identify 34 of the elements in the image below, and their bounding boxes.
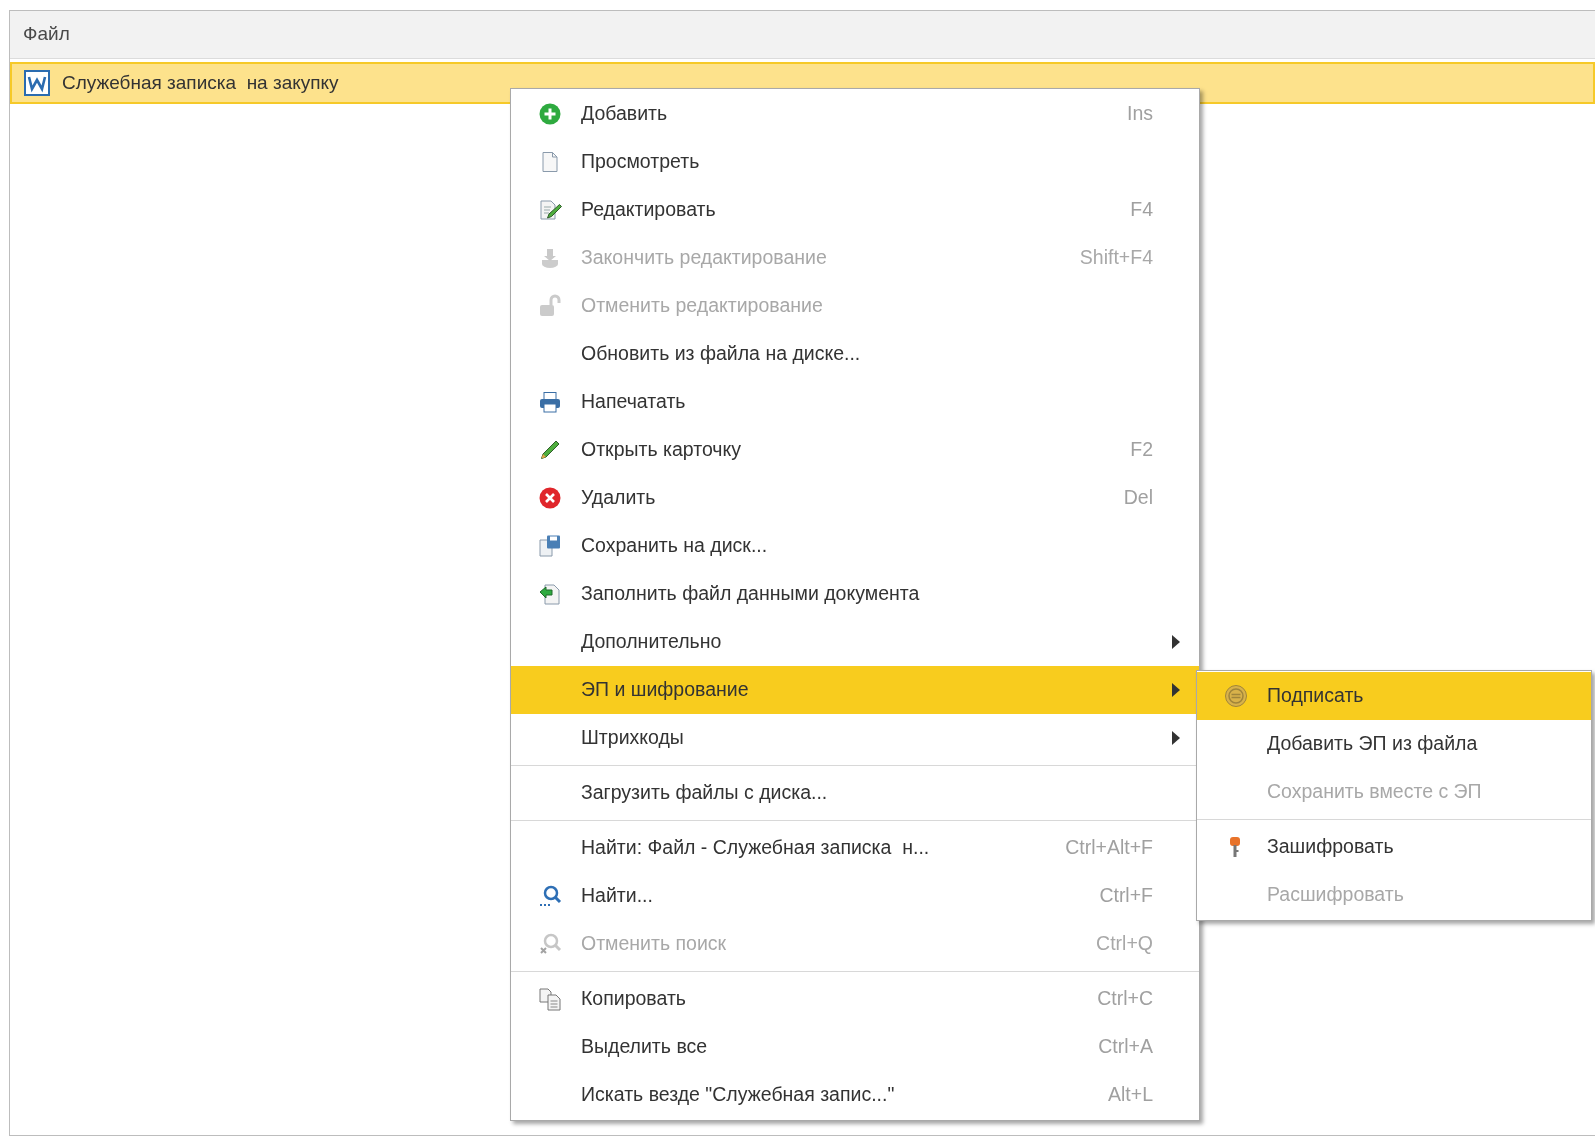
padlock-icon: [538, 294, 562, 318]
menu-item[interactable]: Подписать: [1197, 672, 1591, 720]
document-pencil-icon: [538, 198, 562, 222]
menu-item[interactable]: Зашифровать: [1197, 823, 1591, 871]
word-document-icon: [24, 70, 50, 96]
menu-item[interactable]: Дополнительно: [511, 618, 1199, 666]
menu-item[interactable]: Искать везде "Служебная запис..." Alt+L: [511, 1071, 1199, 1119]
delete-icon: [538, 486, 562, 510]
menu-item[interactable]: Просмотреть: [511, 138, 1199, 186]
copy-icon: [538, 987, 562, 1011]
seal-icon: [1224, 684, 1248, 708]
pencil-icon: [538, 438, 562, 462]
menu-item[interactable]: Копировать Ctrl+C: [511, 975, 1199, 1023]
search-cross-icon: [538, 932, 562, 956]
menu-item[interactable]: Добавить ЭП из файла: [1197, 720, 1591, 768]
menu-item[interactable]: Заполнить файл данными документа: [511, 570, 1199, 618]
menu-item[interactable]: Найти: Файл - Служебная записка н... Ctrl+Alt+F: [511, 824, 1199, 872]
menu-item[interactable]: Напечатать: [511, 378, 1199, 426]
menu-item[interactable]: Удалить Del: [511, 474, 1199, 522]
menu-item[interactable]: ЭП и шифрование: [511, 666, 1199, 714]
menu-item[interactable]: Сохранить на диск...: [511, 522, 1199, 570]
plus-circle-icon: [538, 102, 562, 126]
column-header: Файл: [23, 22, 70, 47]
floppy-disk-icon: [538, 534, 562, 558]
menu-item[interactable]: Штрихкоды: [511, 714, 1199, 762]
menu-item[interactable]: Редактировать F4: [511, 186, 1199, 234]
printer-icon: [538, 390, 562, 414]
menu-item[interactable]: Выделить все Ctrl+A: [511, 1023, 1199, 1071]
menu-item[interactable]: Открыть карточку F2: [511, 426, 1199, 474]
document-arrow-icon: [538, 582, 562, 606]
menu-item[interactable]: Загрузить файлы с диска...: [511, 769, 1199, 817]
search-icon: [538, 884, 562, 908]
menu-item[interactable]: Обновить из файла на диске...: [511, 330, 1199, 378]
menu-item[interactable]: Найти... Ctrl+F: [511, 872, 1199, 920]
